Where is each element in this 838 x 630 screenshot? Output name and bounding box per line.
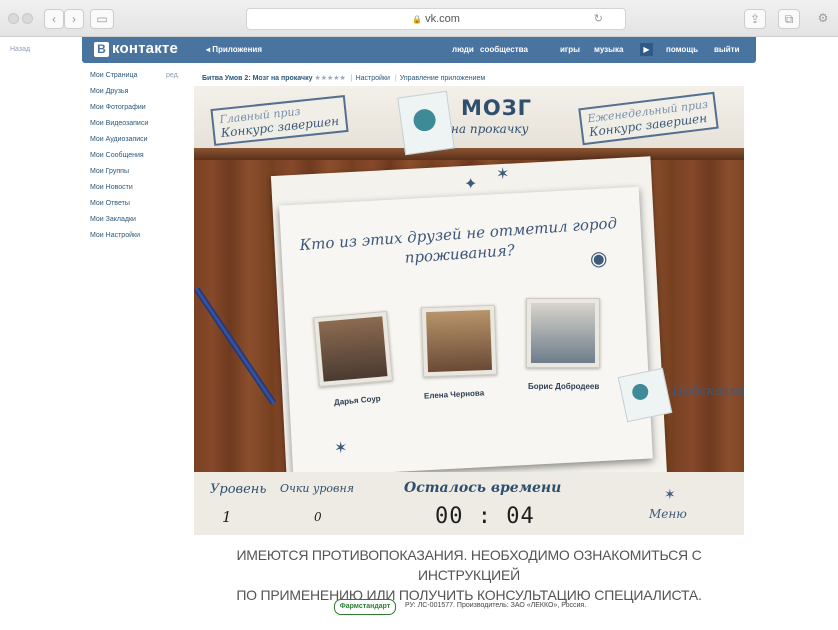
app-manage-link[interactable]: Управление приложением	[400, 75, 486, 82]
warning-line-1: ИМЕЮТСЯ ПРОТИВОПОКАЗАНИЯ. НЕОБХОДИМО ОЗН…	[236, 547, 702, 583]
points-label: Очки уровня	[280, 482, 354, 495]
nav-communities[interactable]: сообщества	[480, 45, 528, 54]
app-title[interactable]: Битва Умов 2: Мозг на прокачку	[202, 75, 312, 82]
nav-logout[interactable]: выйти	[714, 45, 740, 54]
settings-button[interactable]: ⚙	[814, 9, 832, 27]
tabs-icon: ⧉	[784, 12, 794, 26]
reload-icon[interactable]: ↻	[594, 9, 603, 29]
nav-games[interactable]: игры	[560, 45, 580, 54]
sidebar-item-videos[interactable]: Мои Видеозаписи	[90, 120, 148, 127]
app-header: Битва Умов 2: Мозг на прокачку ★★★★★ | На…	[202, 75, 486, 82]
vk-header: B контакте ◂ Приложения люди сообщества …	[82, 37, 756, 63]
sidebar-item-bookmarks[interactable]: Мои Закладки	[90, 216, 136, 223]
sidebar-item-answers[interactable]: Мои Ответы	[90, 200, 130, 207]
share-button[interactable]: ⇪	[744, 9, 766, 29]
browser-toolbar: ‹ › ▭ 🔒 vk.com ↻ ⇪ ⧉ ⚙	[0, 0, 838, 37]
nav-music[interactable]: музыка	[594, 45, 623, 54]
back-button[interactable]: ‹	[44, 9, 64, 29]
friend-avatar-2	[425, 309, 493, 373]
back-link[interactable]: Назад	[10, 46, 30, 53]
sidebar-item-page[interactable]: Мои Страница	[90, 72, 137, 79]
chevron-right-icon: ›	[72, 12, 76, 26]
chevron-left-icon: ‹	[52, 12, 56, 26]
pharmstandard-logo: Фармстандарт	[334, 599, 396, 615]
nav-help[interactable]: помощь	[666, 45, 698, 54]
timer-value: 00 : 04	[435, 504, 535, 529]
app-settings-link[interactable]: Настройки	[356, 75, 390, 82]
gear-icon: ⚙	[817, 11, 829, 25]
vk-logo-icon[interactable]: B	[94, 42, 109, 57]
sidebar-item-audio[interactable]: Мои Аудиозаписи	[90, 136, 148, 143]
medical-warning: ИМЕЮТСЯ ПРОТИВОПОКАЗАНИЯ. НЕОБХОДИМО ОЗН…	[196, 545, 742, 605]
forward-button[interactable]: ›	[64, 9, 84, 29]
window-minimize-button[interactable]	[22, 13, 33, 24]
star-icon: ✶	[334, 440, 348, 457]
brain-card-icon	[397, 90, 455, 156]
sidebar-item-groups[interactable]: Мои Группы	[90, 168, 129, 175]
level-value: 1	[222, 508, 232, 526]
hint-card-icon[interactable]	[617, 367, 673, 423]
menu-button[interactable]: Меню	[649, 507, 687, 521]
window-close-button[interactable]	[8, 13, 19, 24]
play-icon[interactable]: ▶	[640, 43, 653, 56]
level-label: Уровень	[210, 482, 267, 497]
nav-people[interactable]: люди	[452, 45, 474, 54]
friend-avatar-3	[531, 303, 595, 363]
brain-title: МОЗГ	[461, 96, 533, 120]
star-icon: ✦	[464, 176, 478, 193]
game-canvas[interactable]: Главный приз Конкурс завершен МОЗГ на пр…	[194, 86, 744, 535]
star-icon: ✶	[496, 166, 510, 183]
menu-star-icon: ✶	[664, 486, 676, 502]
brain-logo: МОЗГ на прокачку	[397, 90, 559, 156]
sidebar-item-settings[interactable]: Мои Настройки	[90, 232, 140, 239]
sidebar-item-messages[interactable]: Мои Сообщения	[90, 152, 144, 159]
registration-text: РУ: ЛС-001577. Производитель: ЗАО «ЛЕККО…	[405, 602, 587, 609]
sidebar-icon: ▭	[96, 12, 108, 26]
friend-name-3[interactable]: Борис Добродеев	[528, 382, 599, 391]
edit-link[interactable]: ред.	[166, 72, 180, 79]
rating-stars: ★★★★★	[314, 75, 346, 82]
url-text: vk.com	[425, 13, 460, 25]
share-icon: ⇪	[749, 12, 761, 26]
sidebar-toggle-button[interactable]: ▭	[90, 9, 114, 29]
sidebar-item-friends[interactable]: Мои Друзья	[90, 88, 128, 95]
hint-button[interactable]: Подсказка	[672, 384, 744, 399]
friend-photo-3[interactable]	[526, 298, 600, 368]
vk-logo-text[interactable]: контакте	[112, 40, 178, 57]
sidebar-item-news[interactable]: Мои Новости	[90, 184, 133, 191]
friend-photo-1[interactable]	[313, 310, 393, 388]
address-bar[interactable]: 🔒 vk.com ↻	[246, 8, 626, 30]
friend-avatar-1	[318, 316, 388, 382]
points-value: 0	[314, 510, 322, 524]
time-label: Осталось времени	[404, 480, 562, 496]
friend-photo-2[interactable]	[420, 304, 498, 378]
tabs-button[interactable]: ⧉	[778, 9, 800, 29]
lock-icon: 🔒	[412, 15, 423, 24]
apps-link[interactable]: ◂ Приложения	[206, 45, 262, 54]
sidebar-item-photos[interactable]: Мои Фотографии	[90, 104, 146, 111]
brain-subtitle: на прокачку	[451, 122, 529, 136]
